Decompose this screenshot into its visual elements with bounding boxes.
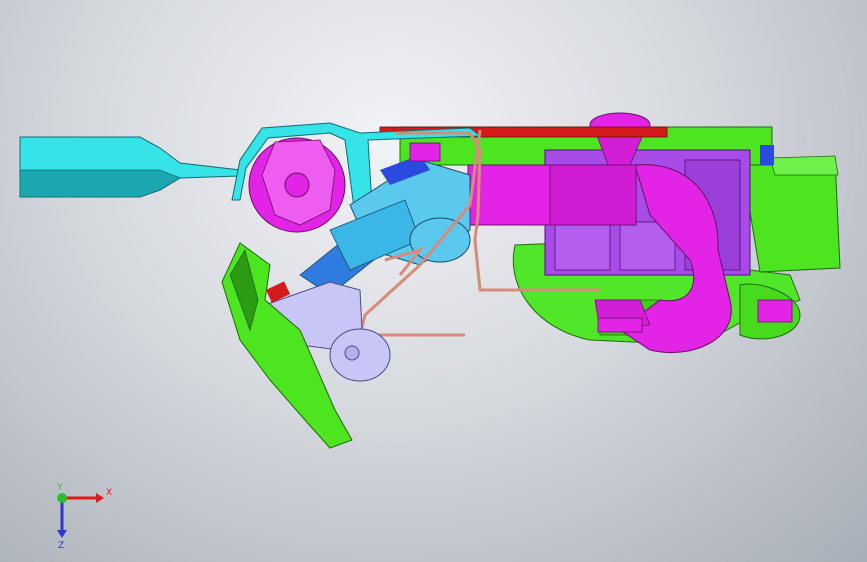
pink-pin-top <box>409 142 441 162</box>
z-axis-arrow-icon <box>57 530 67 538</box>
assembly-model[interactable] <box>0 0 867 562</box>
magenta-box-face <box>549 164 637 226</box>
cad-viewport[interactable]: X Y Z <box>0 0 867 562</box>
pink-pin-right <box>597 317 643 333</box>
x-axis-arrow-icon <box>96 493 104 503</box>
z-axis-label: Z <box>58 541 64 550</box>
x-axis-label: X <box>106 488 112 498</box>
axis-triad: X Y Z <box>56 483 112 550</box>
y-axis-label: Y <box>56 483 63 493</box>
y-axis-origin-icon <box>57 493 67 503</box>
magenta-roller[interactable] <box>248 137 346 233</box>
